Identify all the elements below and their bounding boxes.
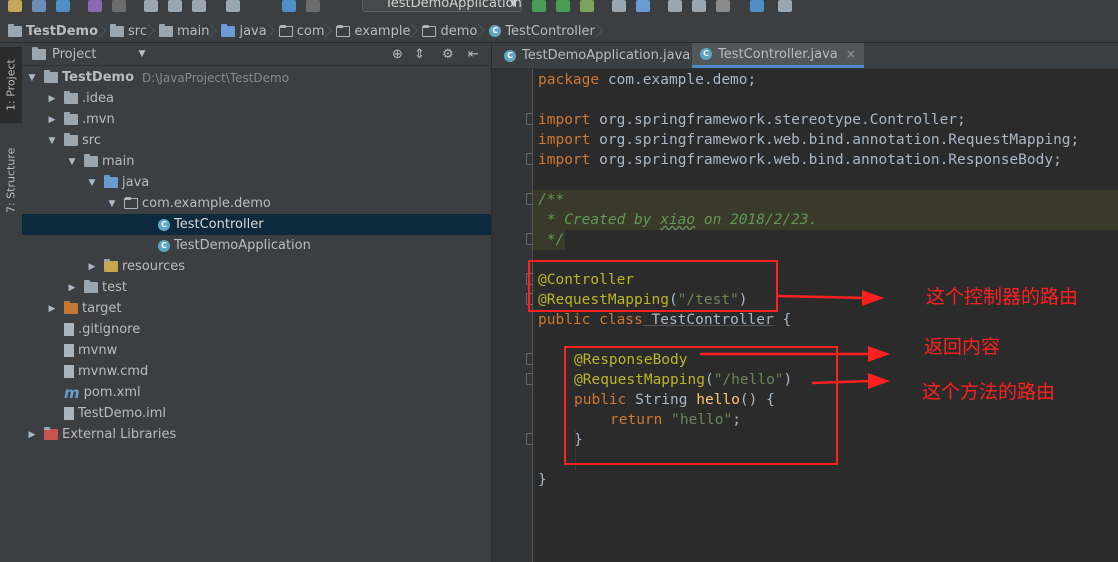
arrow-method-route: [811, 379, 873, 385]
note-return-content: 返回内容: [924, 336, 1001, 358]
arrowhead: [862, 290, 884, 306]
arrow-controller-route: [777, 294, 867, 300]
note-controller-route: 这个控制器的路由: [926, 286, 1079, 308]
note-method-route: 这个方法的路由: [922, 381, 1056, 403]
arrowhead: [868, 373, 890, 389]
annotation-arrows: [700, 290, 890, 389]
arrowhead: [868, 346, 890, 362]
